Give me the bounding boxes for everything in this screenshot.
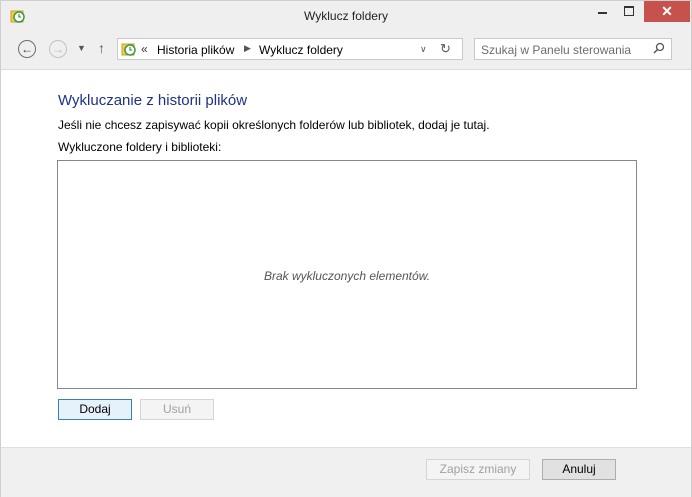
page-title: Wykluczanie z historii plików (58, 92, 248, 109)
overflow-chevron-icon[interactable]: « (141, 42, 148, 56)
forward-arrow-icon[interactable]: → (49, 40, 67, 58)
search-placeholder: Szukaj w Panelu sterowania (481, 43, 632, 57)
dialog-window: Wyklucz foldery ✕ ← → ▼ ↑ « Historia pli… (0, 0, 692, 497)
title-bar[interactable]: Wyklucz foldery ✕ (1, 1, 691, 31)
navigation-bar: ← → ▼ ↑ « Historia plików ▶ Wyklucz fold… (1, 31, 691, 70)
address-bar[interactable]: « Historia plików ▶ Wyklucz foldery ∨ ↻ (117, 38, 463, 60)
close-icon: ✕ (661, 3, 673, 19)
window-title: Wyklucz foldery (304, 9, 388, 23)
cancel-button[interactable]: Anuluj (542, 459, 616, 480)
excluded-folders-list[interactable]: Brak wykluczonych elementów. (57, 160, 637, 389)
dialog-footer: Zapisz zmiany Anuluj (1, 447, 691, 497)
maximize-icon (624, 6, 634, 16)
breadcrumb-wyklucz-foldery[interactable]: Wyklucz foldery (259, 43, 343, 57)
search-icon[interactable] (653, 42, 665, 54)
save-changes-button[interactable]: Zapisz zmiany (426, 459, 530, 480)
remove-button[interactable]: Usuń (140, 399, 214, 420)
refresh-icon[interactable]: ↻ (440, 41, 451, 57)
maximize-button[interactable] (616, 1, 643, 22)
minimize-icon (598, 12, 607, 14)
breadcrumb-separator-icon[interactable]: ▶ (244, 43, 251, 54)
close-button[interactable]: ✕ (644, 1, 690, 22)
address-dropdown-icon[interactable]: ∨ (420, 44, 427, 55)
file-history-icon (121, 43, 136, 56)
minimize-button[interactable] (589, 1, 616, 22)
recent-locations-icon[interactable]: ▼ (77, 43, 86, 53)
page-description: Jeśli nie chcesz zapisywać kopii określo… (58, 118, 490, 132)
excluded-list-label: Wykluczone foldery i biblioteki: (58, 140, 222, 154)
back-arrow-icon[interactable]: ← (18, 40, 36, 58)
search-input[interactable]: Szukaj w Panelu sterowania (474, 38, 672, 60)
breadcrumb-historia-plikow[interactable]: Historia plików (157, 43, 234, 57)
add-button[interactable]: Dodaj (58, 399, 132, 420)
up-arrow-icon[interactable]: ↑ (98, 40, 105, 56)
empty-list-message: Brak wykluczonych elementów. (263, 269, 431, 283)
